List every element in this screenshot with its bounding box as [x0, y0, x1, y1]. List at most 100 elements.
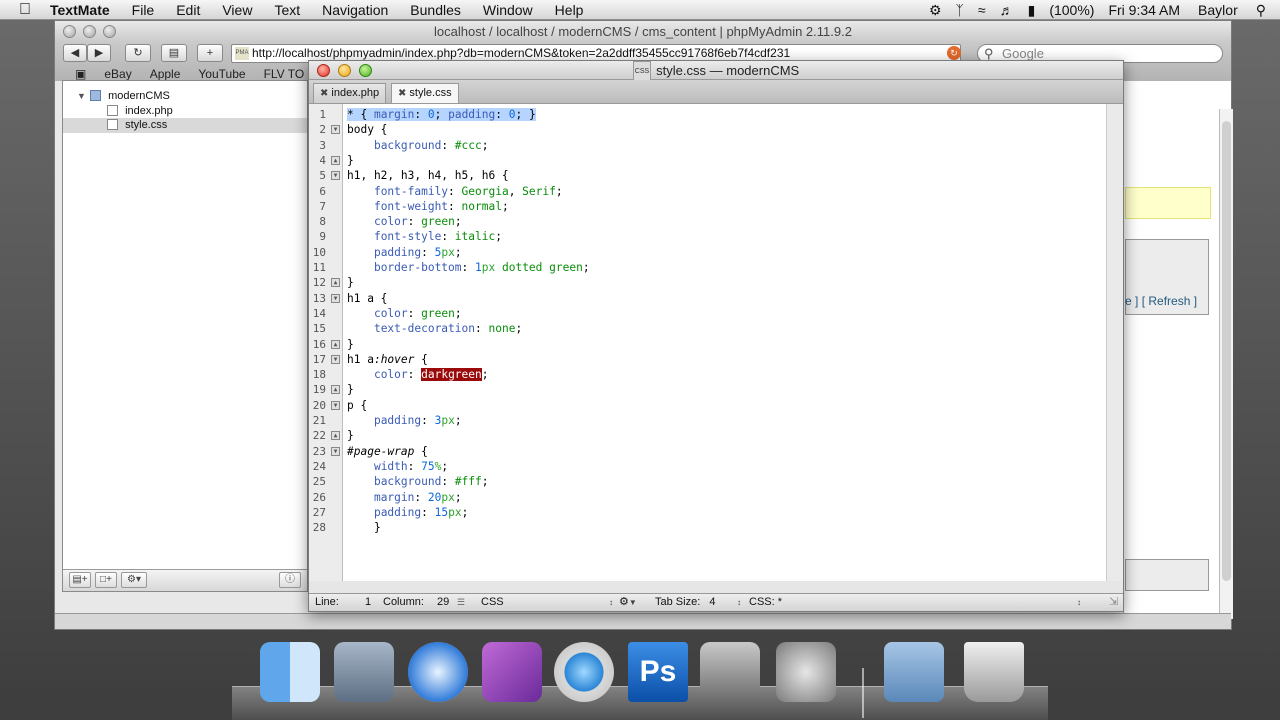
new-file-button[interactable]: ▤+: [69, 572, 91, 588]
clock[interactable]: Fri 9:34 AM: [1108, 2, 1180, 18]
bookmark-flvto[interactable]: FLV TO: [264, 67, 305, 81]
bluetooth-icon[interactable]: ᛉ: [956, 2, 964, 18]
code-line[interactable]: font-weight: normal;: [347, 199, 509, 214]
code-line[interactable]: p {: [347, 398, 367, 413]
back-button[interactable]: ◀: [63, 44, 87, 62]
bookmark-youtube[interactable]: YouTube: [198, 67, 245, 81]
code-line[interactable]: h1 a:hover {: [347, 352, 428, 367]
user-name[interactable]: Baylor: [1198, 2, 1238, 18]
battery-icon[interactable]: ▮: [1028, 2, 1036, 19]
reload-button[interactable]: ↻: [125, 44, 151, 62]
code-line[interactable]: * { margin: 0; padding: 0; }: [347, 107, 536, 122]
tree-item-style-css[interactable]: style.css: [63, 118, 307, 133]
zoom-icon[interactable]: [359, 64, 372, 77]
safari-icon[interactable]: [408, 642, 468, 702]
menu-text[interactable]: Text: [274, 2, 300, 18]
code-line[interactable]: color: green;: [347, 306, 462, 321]
photoshop-icon[interactable]: Ps: [628, 642, 688, 702]
menu-file[interactable]: File: [132, 2, 155, 18]
tab-index-php[interactable]: ✖ index.php: [313, 83, 387, 103]
fold-open-icon[interactable]: ▼: [331, 125, 340, 135]
battery-percent[interactable]: (100%): [1049, 2, 1094, 18]
trash-icon[interactable]: [964, 642, 1024, 702]
menu-bundles[interactable]: Bundles: [410, 2, 461, 18]
code-line[interactable]: background: #ccc;: [347, 138, 489, 153]
close-tab-icon[interactable]: ✖: [320, 88, 328, 99]
disclosure-open-icon[interactable]: ▼: [77, 89, 87, 104]
fold-open-icon[interactable]: ▼: [331, 293, 340, 303]
code-line[interactable]: padding: 5px;: [347, 245, 462, 260]
tab-style-css[interactable]: ✖ style.css: [391, 83, 459, 103]
close-tab-icon[interactable]: ✖: [398, 88, 406, 99]
tree-item-index-php[interactable]: index.php: [63, 104, 307, 119]
code-line[interactable]: font-family: Georgia, Serif;: [347, 184, 563, 199]
minimize-icon[interactable]: [83, 25, 96, 38]
code-line[interactable]: h1 a {: [347, 291, 387, 306]
bookmark-ebay[interactable]: eBay: [104, 67, 131, 81]
zoom-icon[interactable]: [103, 25, 116, 38]
fold-close-icon[interactable]: ▲: [331, 339, 340, 349]
fold-close-icon[interactable]: ▲: [331, 155, 340, 165]
code-line[interactable]: }: [347, 153, 354, 168]
tab-size-popup[interactable]: Tab Size: 4 ↕: [655, 594, 741, 611]
code-line[interactable]: padding: 15px;: [347, 505, 468, 520]
tree-item-project[interactable]: ▼ modernCMS: [63, 89, 307, 104]
code-line[interactable]: }: [347, 520, 381, 535]
fold-close-icon[interactable]: ▲: [331, 431, 340, 441]
code-line[interactable]: body {: [347, 122, 387, 137]
code-line[interactable]: }: [347, 275, 354, 290]
code-line[interactable]: h1, h2, h3, h4, h5, h6 {: [347, 168, 509, 183]
fold-close-icon[interactable]: ▲: [331, 278, 340, 288]
action-menu-button[interactable]: ⚙▾: [121, 572, 147, 588]
refresh-link[interactable]: [ Refresh ]: [1142, 294, 1197, 308]
code-line[interactable]: font-style: italic;: [347, 229, 502, 244]
add-bookmark-button[interactable]: +: [197, 44, 223, 62]
menu-navigation[interactable]: Navigation: [322, 2, 388, 18]
code-line[interactable]: text-decoration: none;: [347, 321, 522, 336]
scrollbar-thumb[interactable]: [1222, 121, 1231, 581]
menu-edit[interactable]: Edit: [176, 2, 200, 18]
code-line[interactable]: background: #fff;: [347, 474, 489, 489]
code-line[interactable]: color: darkgreen;: [347, 367, 489, 382]
symbol-popup[interactable]: CSS: * ↕: [749, 594, 1081, 611]
app-menu[interactable]: TextMate: [50, 2, 110, 18]
info-button[interactable]: ⓘ: [279, 572, 301, 588]
fold-open-icon[interactable]: ▼: [331, 400, 340, 410]
close-icon[interactable]: [317, 64, 330, 77]
bundle-gear-popup[interactable]: ⚙▼: [619, 594, 645, 611]
wifi-icon[interactable]: ≈: [978, 2, 986, 18]
fold-open-icon[interactable]: ▼: [331, 446, 340, 456]
code-line[interactable]: }: [347, 382, 354, 397]
downloads-icon[interactable]: [884, 642, 944, 702]
language-popup[interactable]: CSS ↕: [481, 594, 613, 611]
code-line[interactable]: padding: 3px;: [347, 413, 462, 428]
volume-icon[interactable]: ♬: [1000, 2, 1014, 18]
mail-icon[interactable]: [334, 642, 394, 702]
finder-icon[interactable]: [260, 642, 320, 702]
new-folder-button[interactable]: □+: [95, 572, 117, 588]
menu-help[interactable]: Help: [555, 2, 584, 18]
rss-icon[interactable]: ↻: [947, 46, 961, 60]
minimize-icon[interactable]: [338, 64, 351, 77]
snapback-button[interactable]: ▤: [161, 44, 187, 62]
fold-close-icon[interactable]: ▲: [331, 385, 340, 395]
spotlight-icon[interactable]: ⚲: [1256, 2, 1266, 19]
bookmark-apple[interactable]: Apple: [150, 67, 181, 81]
fold-open-icon[interactable]: ▼: [331, 171, 340, 181]
itunes-icon[interactable]: [554, 642, 614, 702]
editor-scrollbar[interactable]: [1107, 104, 1123, 581]
menu-view[interactable]: View: [222, 2, 252, 18]
code-line[interactable]: width: 75%;: [347, 459, 448, 474]
code-line[interactable]: color: green;: [347, 214, 462, 229]
code-area[interactable]: 1 2 ▼ 3 4 ▲ 5 ▼ 6 7 8 9 10 11 12 ▲ 13 ▼ 14 15 16 ▲ 17 ▼ 18 19 ▲ 20 ▼…: [309, 104, 1107, 581]
code-line[interactable]: margin: 20px;: [347, 490, 462, 505]
apple-menu-icon[interactable]: : [0, 1, 50, 19]
code-line[interactable]: #page-wrap {: [347, 444, 428, 459]
gear-status-icon[interactable]: ⚙: [929, 2, 942, 19]
page-scrollbar[interactable]: [1219, 109, 1233, 619]
forward-button[interactable]: ▶: [87, 44, 111, 62]
fold-open-icon[interactable]: ▼: [331, 354, 340, 364]
iphoto-icon[interactable]: [482, 642, 542, 702]
code-line[interactable]: }: [347, 337, 354, 352]
imovie-icon[interactable]: [700, 642, 760, 702]
